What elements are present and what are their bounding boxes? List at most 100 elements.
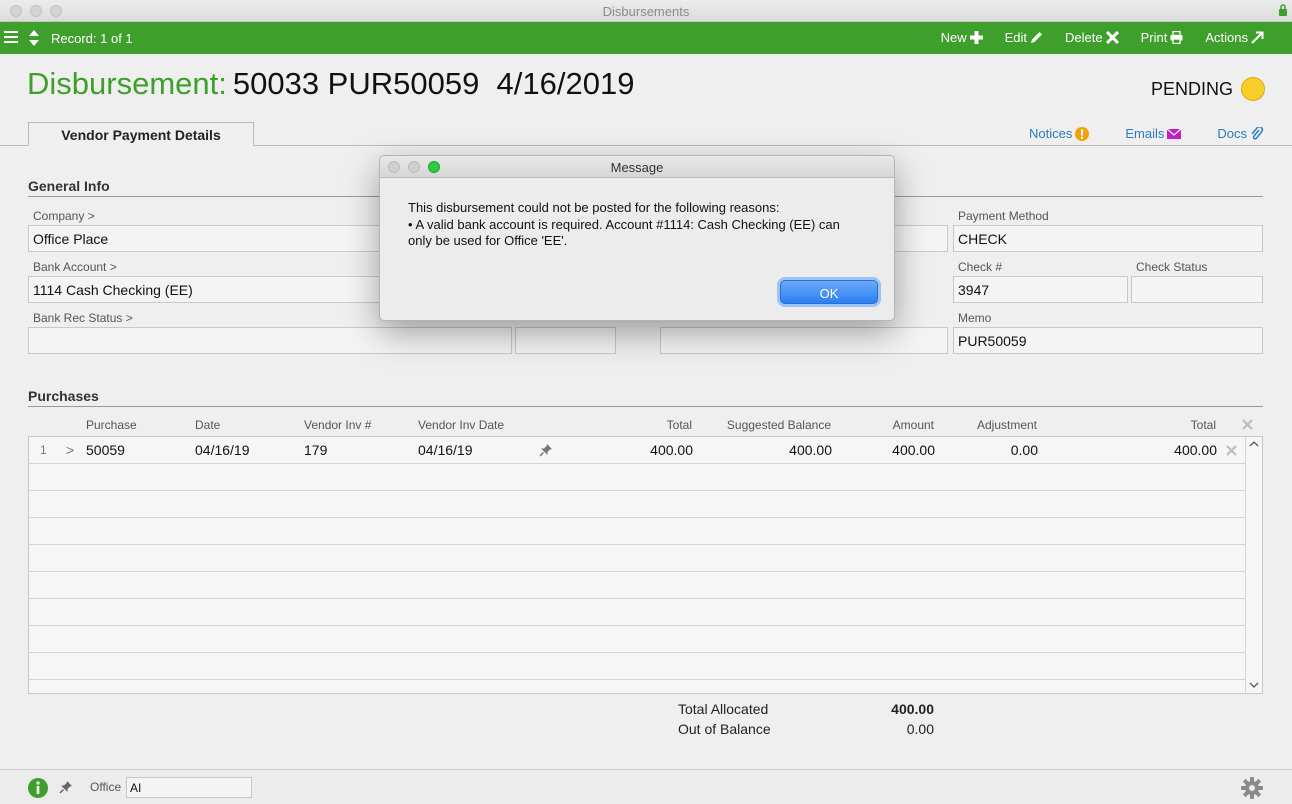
table-row[interactable]	[29, 653, 1246, 680]
actions-button-label: Actions	[1205, 30, 1248, 45]
row-total[interactable]: 400.00	[650, 442, 693, 458]
envelope-icon	[1167, 128, 1182, 139]
check-number-field[interactable]: 3947	[953, 276, 1128, 303]
record-links: Notices Emails Docs	[1029, 126, 1264, 141]
bank-account-label[interactable]: Bank Account >	[33, 260, 117, 274]
info-icon[interactable]	[28, 778, 48, 798]
status-badge: PENDING	[1151, 77, 1265, 101]
print-button-label: Print	[1140, 30, 1168, 45]
table-row[interactable]: 1 > 50059 04/16/19 179 04/16/19 400.00 4…	[29, 437, 1246, 464]
col-date[interactable]: Date	[195, 418, 220, 432]
office-label: Office	[90, 780, 122, 794]
docs-link[interactable]: Docs	[1217, 126, 1264, 141]
row-amount[interactable]: 400.00	[892, 442, 935, 458]
edit-button-label: Edit	[1004, 30, 1028, 45]
notices-link[interactable]: Notices	[1029, 126, 1090, 141]
delete-button[interactable]: Delete	[1065, 30, 1119, 45]
status-dot-icon	[1241, 77, 1265, 101]
table-scrollbar[interactable]	[1245, 437, 1262, 693]
page-title-value: 50033 PUR50059 4/16/2019	[232, 66, 635, 101]
row-adjustment[interactable]: 0.00	[1011, 442, 1038, 458]
check-number-label: Check #	[958, 260, 1003, 274]
col-amount[interactable]: Amount	[893, 418, 934, 432]
memo-field[interactable]: PUR50059	[953, 327, 1263, 354]
chevron-down-icon[interactable]	[1249, 680, 1259, 690]
table-row[interactable]	[29, 572, 1246, 599]
col-total[interactable]: Total	[667, 418, 692, 432]
col-vendor-inv-date[interactable]: Vendor Inv Date	[418, 418, 504, 432]
table-row[interactable]	[29, 491, 1246, 518]
col-suggested-balance[interactable]: Suggested Balance	[727, 418, 831, 432]
chevron-up-icon[interactable]	[1249, 439, 1259, 449]
plus-icon	[969, 31, 983, 44]
table-row[interactable]	[29, 626, 1246, 653]
pin-icon[interactable]	[59, 780, 73, 794]
record-indicator: Record: 1 of 1	[51, 31, 133, 46]
edit-button[interactable]: Edit	[1005, 30, 1043, 45]
hamburger-menu-icon[interactable]	[4, 30, 18, 44]
x-icon	[1105, 31, 1119, 44]
ok-button[interactable]: OK	[780, 280, 878, 304]
bank-rec-status-field[interactable]	[28, 327, 512, 354]
print-button[interactable]: Print	[1141, 30, 1184, 45]
purchases-table-header: Purchase Date Vendor Inv # Vendor Inv Da…	[28, 418, 1263, 436]
dialog-zoom-button[interactable]	[428, 161, 440, 173]
table-row[interactable]	[29, 518, 1246, 545]
check-status-label: Check Status	[1136, 260, 1208, 274]
gear-icon[interactable]	[1241, 777, 1263, 799]
pin-icon[interactable]	[539, 443, 553, 460]
bank-rec-status-label[interactable]: Bank Rec Status >	[33, 311, 133, 325]
toolbar-actions: New Edit Delete Print Actions	[941, 30, 1264, 45]
dialog-message: This disbursement could not be posted fo…	[408, 200, 878, 250]
total-allocated-value: 400.00	[891, 701, 934, 717]
delete-button-label: Delete	[1065, 30, 1103, 45]
office-field[interactable]: AI	[126, 777, 252, 798]
emails-link-label: Emails	[1125, 126, 1165, 141]
table-row[interactable]	[29, 464, 1246, 491]
col-purchase[interactable]: Purchase	[86, 418, 137, 432]
clear-all-rows-icon[interactable]	[1242, 419, 1253, 433]
dialog-titlebar: Message	[380, 156, 894, 178]
row-suggested-balance[interactable]: 400.00	[789, 442, 832, 458]
payment-method-field[interactable]: CHECK	[953, 225, 1263, 252]
row-purchase[interactable]: 50059	[86, 442, 125, 458]
pencil-icon	[1031, 32, 1043, 43]
dialog-close-button[interactable]	[388, 161, 400, 173]
purchases-table: 1 > 50059 04/16/19 179 04/16/19 400.00 4…	[28, 436, 1263, 694]
row-number: 1	[40, 443, 47, 457]
new-button-label: New	[940, 30, 967, 45]
dialog-minimize-button[interactable]	[408, 161, 420, 173]
purchases-heading: Purchases	[28, 388, 1263, 407]
row-vendor-inv[interactable]: 179	[304, 442, 327, 458]
table-row[interactable]	[29, 599, 1246, 626]
actions-button[interactable]: Actions	[1205, 30, 1264, 45]
col-total-2[interactable]: Total	[1191, 418, 1216, 432]
docs-link-label: Docs	[1217, 126, 1247, 141]
page-title: Disbursement: 50033 PUR50059 4/16/2019	[27, 66, 634, 102]
col-adjustment[interactable]: Adjustment	[977, 418, 1037, 432]
dialog-message-line-1: This disbursement could not be posted fo…	[408, 200, 780, 215]
window-title: Disbursements	[602, 4, 690, 19]
table-row[interactable]	[29, 545, 1246, 572]
reconciled-field[interactable]	[515, 327, 616, 354]
row-vendor-inv-date[interactable]: 04/16/19	[418, 442, 473, 458]
row-expand-button[interactable]: >	[66, 442, 74, 458]
dialog-window-controls	[388, 161, 440, 173]
dialog-title: Message	[610, 160, 664, 175]
check-status-field[interactable]	[1131, 276, 1263, 303]
emails-link[interactable]: Emails	[1125, 126, 1182, 141]
new-button[interactable]: New	[941, 30, 983, 45]
row-total-2[interactable]: 400.00	[1174, 442, 1217, 458]
alert-icon	[1075, 126, 1090, 141]
dialog-message-line-2: • A valid bank account is required. Acco…	[408, 216, 840, 232]
memo-label: Memo	[958, 311, 992, 325]
record-navigation-icon[interactable]	[27, 28, 41, 48]
delete-row-icon[interactable]	[1226, 444, 1237, 459]
row-date[interactable]: 04/16/19	[195, 442, 250, 458]
tab-vendor-payment-details[interactable]: Vendor Payment Details	[28, 122, 254, 146]
out-of-balance-value: 0.00	[906, 721, 934, 737]
tab-bar: Vendor Payment Details Notices Emails Do…	[0, 122, 1292, 146]
secondary-field[interactable]	[660, 327, 948, 354]
col-vendor-inv[interactable]: Vendor Inv #	[304, 418, 371, 432]
company-label[interactable]: Company >	[33, 209, 95, 223]
